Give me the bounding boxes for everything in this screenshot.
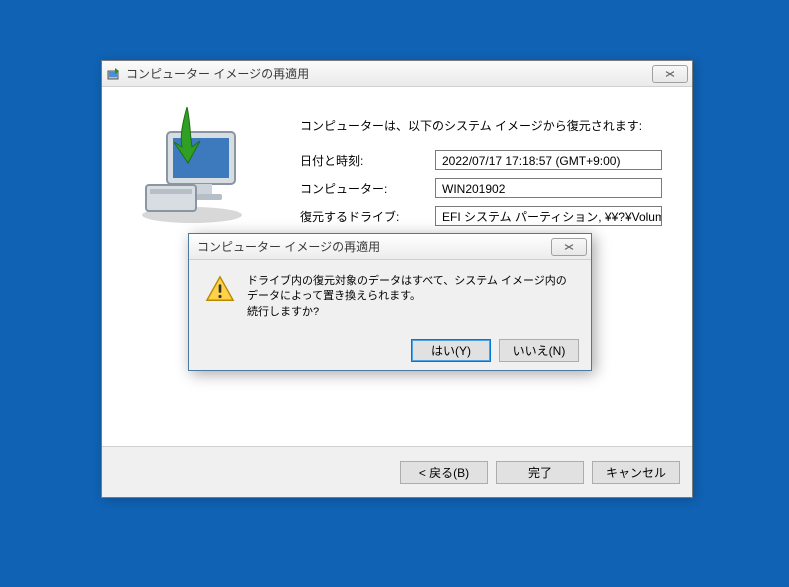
cancel-button[interactable]: キャンセル (592, 461, 680, 484)
app-icon (106, 66, 122, 82)
dialog-title: コンピューター イメージの再適用 (193, 238, 551, 255)
heading-text: コンピューターは、以下のシステム イメージから復元されます: (300, 117, 662, 134)
dialog-footer: はい(Y) いいえ(N) (189, 330, 591, 370)
field-datetime: 日付と時刻: 2022/07/17 17:18:57 (GMT+9:00) (300, 150, 662, 170)
dialog-message-line2: 続行しますか? (247, 305, 577, 320)
dialog-close-button[interactable] (551, 238, 587, 256)
confirm-dialog: コンピューター イメージの再適用 ドライブ内の復元対象のデータはすべて、システム… (188, 233, 592, 371)
titlebar: コンピューター イメージの再適用 (102, 61, 692, 87)
datetime-label: 日付と時刻: (300, 152, 435, 169)
dialog-titlebar: コンピューター イメージの再適用 (189, 234, 591, 260)
yes-button[interactable]: はい(Y) (411, 339, 491, 362)
wizard-illustration (132, 107, 252, 227)
dialog-body: ドライブ内の復元対象のデータはすべて、システム イメージ内のデータによって置き換… (189, 260, 591, 320)
window-title: コンピューター イメージの再適用 (126, 65, 652, 82)
wizard-main: コンピューターは、以下のシステム イメージから復元されます: 日付と時刻: 20… (300, 117, 662, 234)
close-button[interactable] (652, 65, 688, 83)
computer-label: コンピューター: (300, 180, 435, 197)
drives-value: EFI システム パーティション, ¥¥?¥Volume(6 (435, 206, 662, 226)
wizard-footer: < 戻る(B) 完了 キャンセル (102, 447, 692, 497)
finish-button[interactable]: 完了 (496, 461, 584, 484)
drives-label: 復元するドライブ: (300, 208, 435, 225)
field-computer: コンピューター: WIN201902 (300, 178, 662, 198)
no-button[interactable]: いいえ(N) (499, 339, 579, 362)
computer-value: WIN201902 (435, 178, 662, 198)
back-button[interactable]: < 戻る(B) (400, 461, 488, 484)
dialog-message-line1: ドライブ内の復元対象のデータはすべて、システム イメージ内のデータによって置き換… (247, 274, 577, 305)
dialog-message: ドライブ内の復元対象のデータはすべて、システム イメージ内のデータによって置き換… (247, 274, 577, 320)
warning-icon (205, 274, 235, 304)
field-drives: 復元するドライブ: EFI システム パーティション, ¥¥?¥Volume(6 (300, 206, 662, 226)
datetime-value: 2022/07/17 17:18:57 (GMT+9:00) (435, 150, 662, 170)
